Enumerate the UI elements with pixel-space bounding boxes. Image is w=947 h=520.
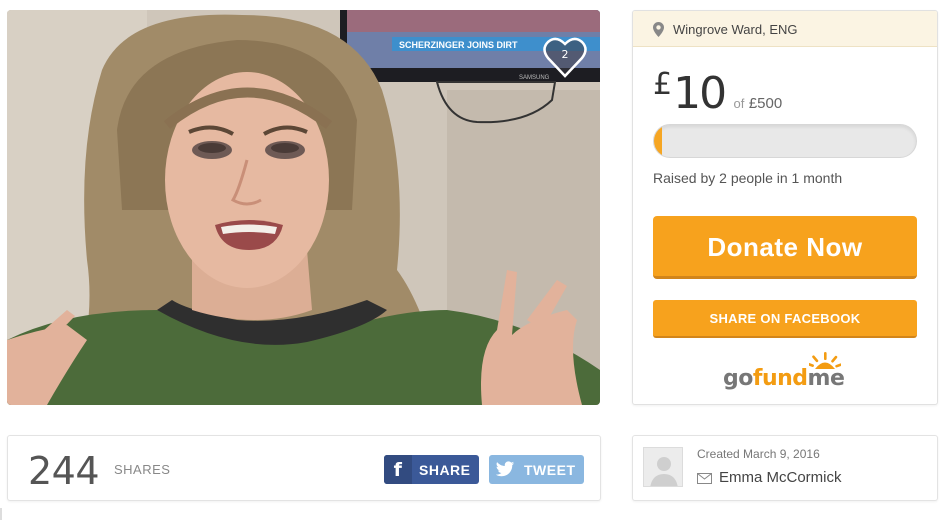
twitter-icon	[495, 461, 515, 477]
avatar-placeholder-icon	[644, 448, 682, 486]
organizer-card: Created March 9, 2016 Emma McCormick	[632, 435, 938, 501]
amount-raised: £10 of £500	[653, 67, 782, 119]
page-edge-divider	[0, 508, 2, 520]
tweet-button[interactable]: TWEET	[489, 455, 584, 484]
location-pin-icon	[653, 22, 664, 37]
raised-by-text: Raised by 2 people in 1 month	[653, 170, 843, 186]
mail-icon	[697, 473, 712, 484]
raised-amount: £10	[653, 67, 727, 119]
gofundme-me: me	[807, 366, 845, 391]
fundraising-card: Wingrove Ward, ENG £10 of £500 Raised by…	[632, 10, 938, 405]
campaign-page: SCHERZINGER JOINS DIRT SAMSUNG 2 244 SHA…	[0, 0, 947, 520]
heart-badge[interactable]: 2	[542, 36, 588, 80]
avatar[interactable]	[643, 447, 683, 487]
donate-now-button[interactable]: Donate Now	[653, 216, 917, 279]
progress-bar	[653, 124, 917, 158]
gofundme-fund: fund	[752, 366, 808, 391]
shares-count: 244	[28, 449, 100, 493]
tv-ticker-text: SCHERZINGER JOINS DIRT	[399, 40, 518, 50]
gofundme-go: go	[723, 366, 753, 391]
created-date: Created March 9, 2016	[697, 447, 820, 461]
organizer-name[interactable]: Emma McCormick	[719, 469, 842, 486]
shares-card: 244 SHARES f SHARE TWEET	[7, 435, 601, 501]
campaign-photo[interactable]: SCHERZINGER JOINS DIRT SAMSUNG 2	[7, 10, 600, 405]
gofundme-logo[interactable]: gofundme	[723, 352, 849, 394]
gofundme-wordmark: gofundme	[723, 366, 845, 391]
tweet-label: TWEET	[524, 462, 576, 478]
location-bar: Wingrove Ward, ENG	[633, 11, 937, 47]
goal-prefix: of	[733, 96, 745, 111]
share-on-facebook-button[interactable]: SHARE ON FACEBOOK	[653, 300, 917, 338]
location-text[interactable]: Wingrove Ward, ENG	[673, 22, 798, 37]
campaign-photo-image: SCHERZINGER JOINS DIRT SAMSUNG	[7, 10, 600, 405]
currency-symbol: £	[653, 67, 673, 102]
facebook-share-label: SHARE	[419, 462, 471, 478]
raised-value: 10	[673, 68, 727, 119]
goal-amount: £500	[748, 95, 783, 112]
facebook-share-button[interactable]: f SHARE	[384, 455, 479, 484]
shares-label: SHARES	[114, 462, 171, 477]
facebook-icon: f	[384, 455, 412, 484]
progress-fill	[654, 125, 662, 157]
heart-count: 2	[561, 48, 569, 61]
